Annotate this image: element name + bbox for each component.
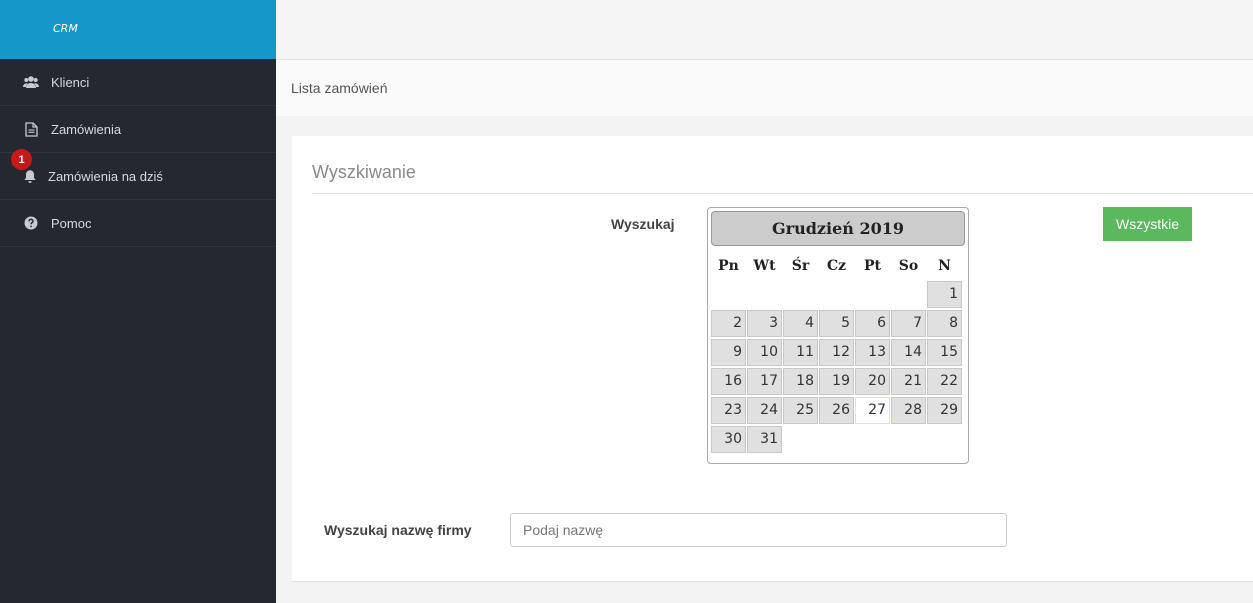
divider [312, 193, 1253, 194]
weekday-label: Pt [864, 258, 881, 274]
date-search-label: Wyszukaj [611, 216, 675, 232]
calendar-day[interactable]: 22 [927, 368, 962, 395]
breadcrumb: Lista zamówień [291, 80, 388, 96]
calendar-empty-cell [747, 281, 782, 308]
brand-logo[interactable]: CRM [0, 0, 276, 59]
calendar-day[interactable]: 9 [711, 339, 746, 366]
calendar-day[interactable]: 20 [855, 368, 890, 395]
weekday-label: Wt [753, 258, 776, 274]
weekday-label: Cz [826, 258, 847, 274]
calendar-day-today[interactable]: 27 [855, 397, 890, 424]
calendar-day[interactable]: 14 [891, 339, 926, 366]
calendar-empty-cell [855, 281, 890, 308]
calendar-day[interactable]: 4 [783, 310, 818, 337]
calendar-day[interactable]: 2 [711, 310, 746, 337]
sidebar-item-pomoc[interactable]: Pomoc [0, 200, 276, 247]
calendar-empty-cell [711, 281, 746, 308]
sidebar-item-label: Zamówienia na dziś [48, 168, 163, 184]
calendar-day[interactable]: 15 [927, 339, 962, 366]
calendar-days-grid: 1 2 3 4 5 6 7 8 9 10 11 12 13 14 15 16 17 18 19 20 21 22 23 24 2… [711, 281, 965, 453]
calendar-empty-cell [891, 281, 926, 308]
calendar-day[interactable]: 26 [819, 397, 854, 424]
question-circle-icon [23, 215, 39, 231]
calendar-month-title[interactable]: Grudzień 2019 [711, 211, 965, 246]
calendar-day[interactable]: 7 [891, 310, 926, 337]
show-all-button[interactable]: Wszystkie [1103, 207, 1192, 241]
calendar-day[interactable]: 29 [927, 397, 962, 424]
sidebar-item-klienci[interactable]: Klienci [0, 59, 276, 106]
calendar-day[interactable]: 12 [819, 339, 854, 366]
search-panel: Wyszkiwanie Wyszukaj Grudzień 2019 Pn Wt Ś… [292, 136, 1253, 582]
calendar-weekday-row: Pn Wt Śr Cz Pt So N [711, 253, 965, 279]
calendar-day[interactable]: 17 [747, 368, 782, 395]
sidebar-item-zamowienia[interactable]: Zamówienia [0, 106, 276, 153]
date-picker-calendar: Grudzień 2019 Pn Wt Śr Cz Pt So N 1 2 3 4 5 6 7 8 9 10 1… [707, 207, 969, 464]
weekday-label: So [898, 258, 919, 274]
calendar-day[interactable]: 13 [855, 339, 890, 366]
calendar-empty-cell [819, 281, 854, 308]
users-icon [23, 74, 39, 90]
top-bar [276, 0, 1253, 60]
calendar-empty-cell [783, 281, 818, 308]
calendar-day[interactable]: 24 [747, 397, 782, 424]
calendar-day[interactable]: 18 [783, 368, 818, 395]
calendar-day[interactable]: 31 [747, 426, 782, 453]
calendar-day[interactable]: 23 [711, 397, 746, 424]
calendar-day[interactable]: 25 [783, 397, 818, 424]
breadcrumb-bar: Lista zamówień [276, 60, 1253, 116]
company-search-label: Wyszukaj nazwę firmy [324, 522, 472, 538]
calendar-day[interactable]: 3 [747, 310, 782, 337]
calendar-day[interactable]: 16 [711, 368, 746, 395]
weekday-label: N [938, 258, 951, 274]
sidebar: CRM Klienci Zamówienia Zamówienia na dzi… [0, 0, 276, 603]
bell-icon [22, 168, 38, 184]
calendar-day[interactable]: 11 [783, 339, 818, 366]
calendar-day[interactable]: 28 [891, 397, 926, 424]
calendar-day[interactable]: 30 [711, 426, 746, 453]
sidebar-item-label: Klienci [51, 74, 90, 90]
calendar-day[interactable]: 21 [891, 368, 926, 395]
document-icon [23, 121, 39, 137]
company-search-input[interactable] [510, 513, 1007, 547]
calendar-day[interactable]: 19 [819, 368, 854, 395]
sidebar-item-label: Zamówienia [51, 121, 122, 137]
sidebar-item-zamowienia-na-dzis[interactable]: Zamówienia na dziś [0, 153, 276, 200]
calendar-day[interactable]: 1 [927, 281, 962, 308]
panel-title: Wyszkiwanie [312, 162, 416, 182]
calendar-day[interactable]: 10 [747, 339, 782, 366]
calendar-day[interactable]: 6 [855, 310, 890, 337]
weekday-label: Pn [718, 258, 739, 274]
sidebar-item-label: Pomoc [51, 215, 92, 231]
notification-badge: 1 [11, 149, 32, 170]
calendar-day[interactable]: 5 [819, 310, 854, 337]
calendar-day[interactable]: 8 [927, 310, 962, 337]
weekday-label: Śr [791, 258, 810, 274]
